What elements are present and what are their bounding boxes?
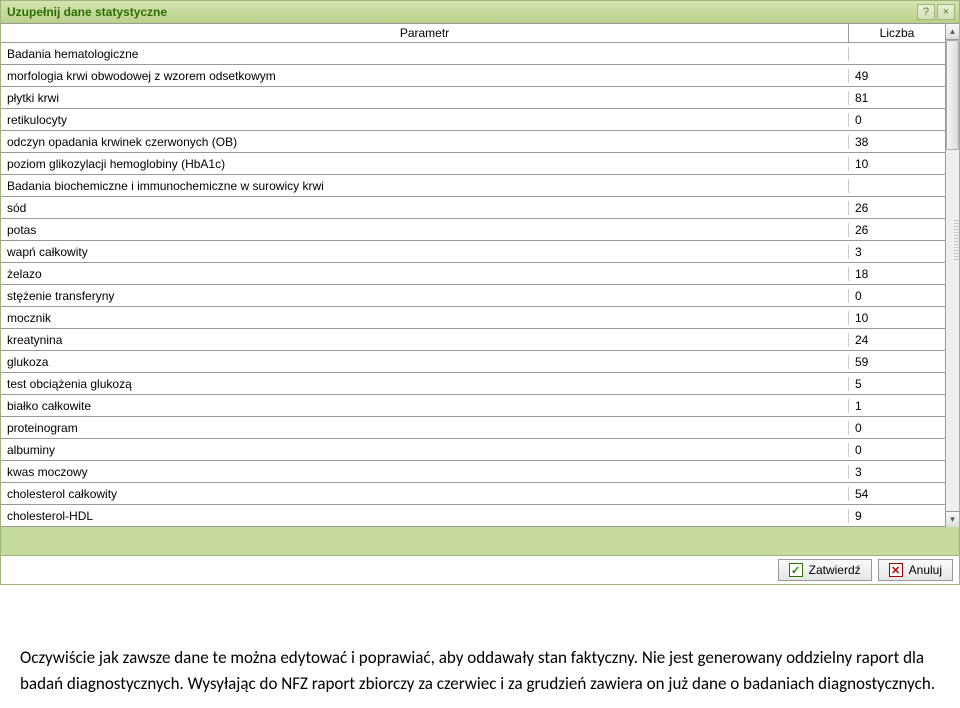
cell-param: białko całkowite bbox=[1, 399, 849, 413]
help-icon: ? bbox=[923, 6, 929, 18]
table-row[interactable]: stężenie transferyny0 bbox=[1, 285, 945, 307]
table-row[interactable]: proteinogram0 bbox=[1, 417, 945, 439]
cell-param: stężenie transferyny bbox=[1, 289, 849, 303]
confirm-button-label: Zatwierdź bbox=[809, 563, 861, 577]
cell-param: Badania hematologiczne bbox=[1, 47, 849, 61]
table-row[interactable]: Badania hematologiczne bbox=[1, 43, 945, 65]
cell-liczba[interactable]: 3 bbox=[849, 465, 945, 479]
scroll-up-button[interactable]: ▴ bbox=[946, 24, 959, 40]
help-button[interactable]: ? bbox=[917, 4, 935, 20]
cell-liczba[interactable]: 54 bbox=[849, 487, 945, 501]
footer-bar: ✓ Zatwierdź ✕ Anuluj bbox=[1, 555, 959, 584]
cell-param: kwas moczowy bbox=[1, 465, 849, 479]
cell-liczba[interactable]: 18 bbox=[849, 267, 945, 281]
table-row[interactable]: retikulocyty0 bbox=[1, 109, 945, 131]
table-row[interactable]: cholesterol całkowity54 bbox=[1, 483, 945, 505]
grid-header: Parametr Liczba bbox=[1, 24, 945, 43]
close-icon: × bbox=[943, 6, 949, 18]
cell-param: morfologia krwi obwodowej z wzorem odset… bbox=[1, 69, 849, 83]
table-row[interactable]: żelazo18 bbox=[1, 263, 945, 285]
cell-liczba[interactable]: 0 bbox=[849, 421, 945, 435]
chevron-down-icon: ▾ bbox=[950, 514, 955, 525]
cell-param: cholesterol-HDL bbox=[1, 509, 849, 523]
document-paragraph: Oczywiście jak zawsze dane te można edyt… bbox=[0, 585, 960, 708]
table-row[interactable]: poziom glikozylacji hemoglobiny (HbA1c)1… bbox=[1, 153, 945, 175]
content-area: Parametr Liczba Badania hematologiczne mo… bbox=[1, 23, 959, 555]
cell-param: wapń całkowity bbox=[1, 245, 849, 259]
table-row[interactable]: kreatynina24 bbox=[1, 329, 945, 351]
data-grid: Parametr Liczba Badania hematologiczne mo… bbox=[1, 23, 945, 527]
scrollbar-thumb[interactable] bbox=[946, 40, 959, 150]
cancel-button[interactable]: ✕ Anuluj bbox=[878, 559, 953, 581]
cross-icon: ✕ bbox=[889, 563, 903, 577]
chevron-up-icon: ▴ bbox=[950, 26, 955, 37]
cell-param: kreatynina bbox=[1, 333, 849, 347]
column-header-param[interactable]: Parametr bbox=[1, 24, 849, 42]
cell-param: żelazo bbox=[1, 267, 849, 281]
table-row[interactable]: morfologia krwi obwodowej z wzorem odset… bbox=[1, 65, 945, 87]
cell-param: płytki krwi bbox=[1, 91, 849, 105]
cell-param: Badania biochemiczne i immunochemiczne w… bbox=[1, 179, 849, 193]
cell-param: retikulocyty bbox=[1, 113, 849, 127]
scroll-down-button[interactable]: ▾ bbox=[946, 511, 959, 527]
table-row[interactable]: odczyn opadania krwinek czerwonych (OB)3… bbox=[1, 131, 945, 153]
cell-param: mocznik bbox=[1, 311, 849, 325]
check-icon: ✓ bbox=[789, 563, 803, 577]
cell-liczba[interactable]: 10 bbox=[849, 157, 945, 171]
table-row[interactable]: sód26 bbox=[1, 197, 945, 219]
cell-param: potas bbox=[1, 223, 849, 237]
cell-param: poziom glikozylacji hemoglobiny (HbA1c) bbox=[1, 157, 849, 171]
cell-liczba[interactable]: 9 bbox=[849, 509, 945, 523]
confirm-button[interactable]: ✓ Zatwierdź bbox=[778, 559, 872, 581]
grid-wrap: Parametr Liczba Badania hematologiczne mo… bbox=[1, 23, 959, 527]
cell-liczba[interactable]: 26 bbox=[849, 201, 945, 215]
table-row[interactable]: albuminy0 bbox=[1, 439, 945, 461]
cancel-button-label: Anuluj bbox=[909, 563, 942, 577]
cell-liczba[interactable]: 81 bbox=[849, 91, 945, 105]
cell-param: glukoza bbox=[1, 355, 849, 369]
table-row[interactable]: potas26 bbox=[1, 219, 945, 241]
table-row[interactable]: cholesterol-HDL9 bbox=[1, 505, 945, 527]
cell-param: test obciążenia glukozą bbox=[1, 377, 849, 391]
cell-param: sód bbox=[1, 201, 849, 215]
cell-liczba[interactable]: 49 bbox=[849, 69, 945, 83]
table-row[interactable]: białko całkowite1 bbox=[1, 395, 945, 417]
titlebar-controls: ? × bbox=[917, 4, 955, 20]
titlebar: Uzupełnij dane statystyczne ? × bbox=[1, 1, 959, 23]
cell-liczba[interactable]: 0 bbox=[849, 289, 945, 303]
table-row[interactable]: wapń całkowity3 bbox=[1, 241, 945, 263]
cell-liczba[interactable]: 0 bbox=[849, 443, 945, 457]
cell-liczba[interactable]: 24 bbox=[849, 333, 945, 347]
cell-param: proteinogram bbox=[1, 421, 849, 435]
close-button[interactable]: × bbox=[937, 4, 955, 20]
cell-liczba[interactable]: 26 bbox=[849, 223, 945, 237]
table-row[interactable]: test obciążenia glukozą5 bbox=[1, 373, 945, 395]
cell-param: odczyn opadania krwinek czerwonych (OB) bbox=[1, 135, 849, 149]
window-title: Uzupełnij dane statystyczne bbox=[7, 5, 167, 19]
scrollbar-track[interactable] bbox=[946, 40, 959, 511]
vertical-scrollbar[interactable]: ▴ ▾ bbox=[945, 23, 959, 527]
cell-liczba[interactable]: 3 bbox=[849, 245, 945, 259]
grid-body: Badania hematologiczne morfologia krwi ob… bbox=[1, 43, 945, 527]
table-row[interactable]: płytki krwi81 bbox=[1, 87, 945, 109]
cell-liczba[interactable]: 59 bbox=[849, 355, 945, 369]
cell-liczba[interactable]: 0 bbox=[849, 113, 945, 127]
cell-liczba[interactable]: 10 bbox=[849, 311, 945, 325]
paragraph-text: Oczywiście jak zawsze dane te można edyt… bbox=[20, 647, 935, 694]
table-row[interactable]: Badania biochemiczne i immunochemiczne w… bbox=[1, 175, 945, 197]
scrollbar-grip-icon bbox=[954, 220, 959, 260]
footer-gap bbox=[1, 527, 959, 555]
table-row[interactable]: kwas moczowy3 bbox=[1, 461, 945, 483]
column-header-liczba[interactable]: Liczba bbox=[849, 24, 945, 42]
cell-param: cholesterol całkowity bbox=[1, 487, 849, 501]
cell-param: albuminy bbox=[1, 443, 849, 457]
cell-liczba[interactable]: 5 bbox=[849, 377, 945, 391]
dialog-window: Uzupełnij dane statystyczne ? × Parametr… bbox=[0, 0, 960, 585]
table-row[interactable]: glukoza59 bbox=[1, 351, 945, 373]
table-row[interactable]: mocznik10 bbox=[1, 307, 945, 329]
cell-liczba[interactable]: 1 bbox=[849, 399, 945, 413]
cell-liczba[interactable]: 38 bbox=[849, 135, 945, 149]
